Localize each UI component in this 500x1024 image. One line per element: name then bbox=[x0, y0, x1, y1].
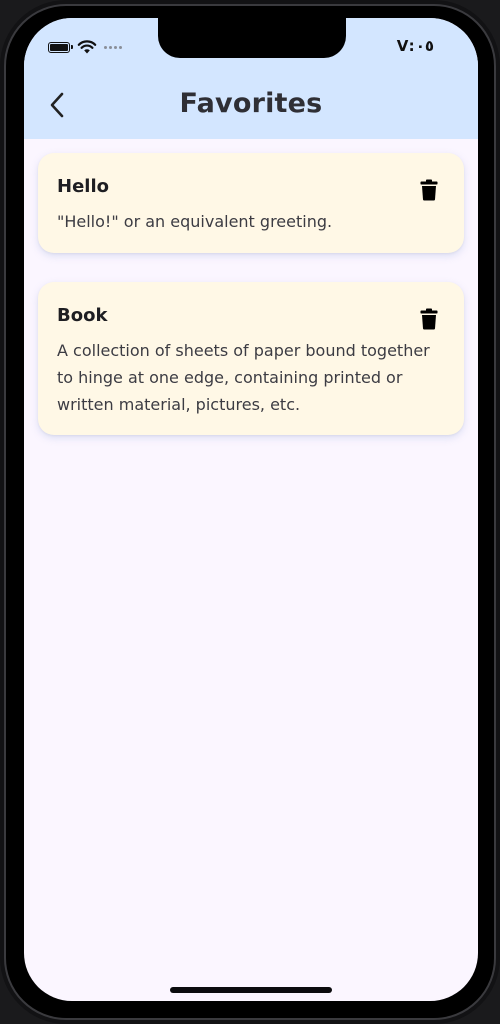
favorite-card[interactable]: Book A collection of sheets of paper bou… bbox=[38, 282, 464, 435]
delete-favorite-button[interactable] bbox=[418, 306, 440, 332]
trash-icon bbox=[420, 179, 438, 201]
favorite-word: Hello bbox=[57, 176, 109, 197]
favorite-definition: A collection of sheets of paper bound to… bbox=[57, 341, 430, 414]
home-indicator[interactable] bbox=[170, 987, 332, 993]
app-screen: V:٠٥ Favorites Hello "Hello!" or an equi… bbox=[24, 18, 478, 1001]
device-notch bbox=[158, 18, 346, 58]
status-time: V:٠٥ bbox=[396, 37, 434, 55]
trash-icon bbox=[420, 308, 438, 330]
phone-frame: V:٠٥ Favorites Hello "Hello!" or an equi… bbox=[0, 0, 500, 1024]
delete-favorite-button[interactable] bbox=[418, 177, 440, 203]
cellular-dots-icon bbox=[104, 45, 122, 49]
favorite-card[interactable]: Hello "Hello!" or an equivalent greeting… bbox=[38, 153, 464, 253]
status-bar-left bbox=[48, 38, 122, 56]
favorite-definition: "Hello!" or an equivalent greeting. bbox=[57, 212, 333, 231]
page-title: Favorites bbox=[179, 88, 323, 119]
app-header: V:٠٥ Favorites bbox=[24, 18, 478, 139]
wifi-icon bbox=[77, 40, 97, 54]
favorite-word: Book bbox=[57, 305, 108, 326]
battery-icon bbox=[48, 41, 73, 53]
